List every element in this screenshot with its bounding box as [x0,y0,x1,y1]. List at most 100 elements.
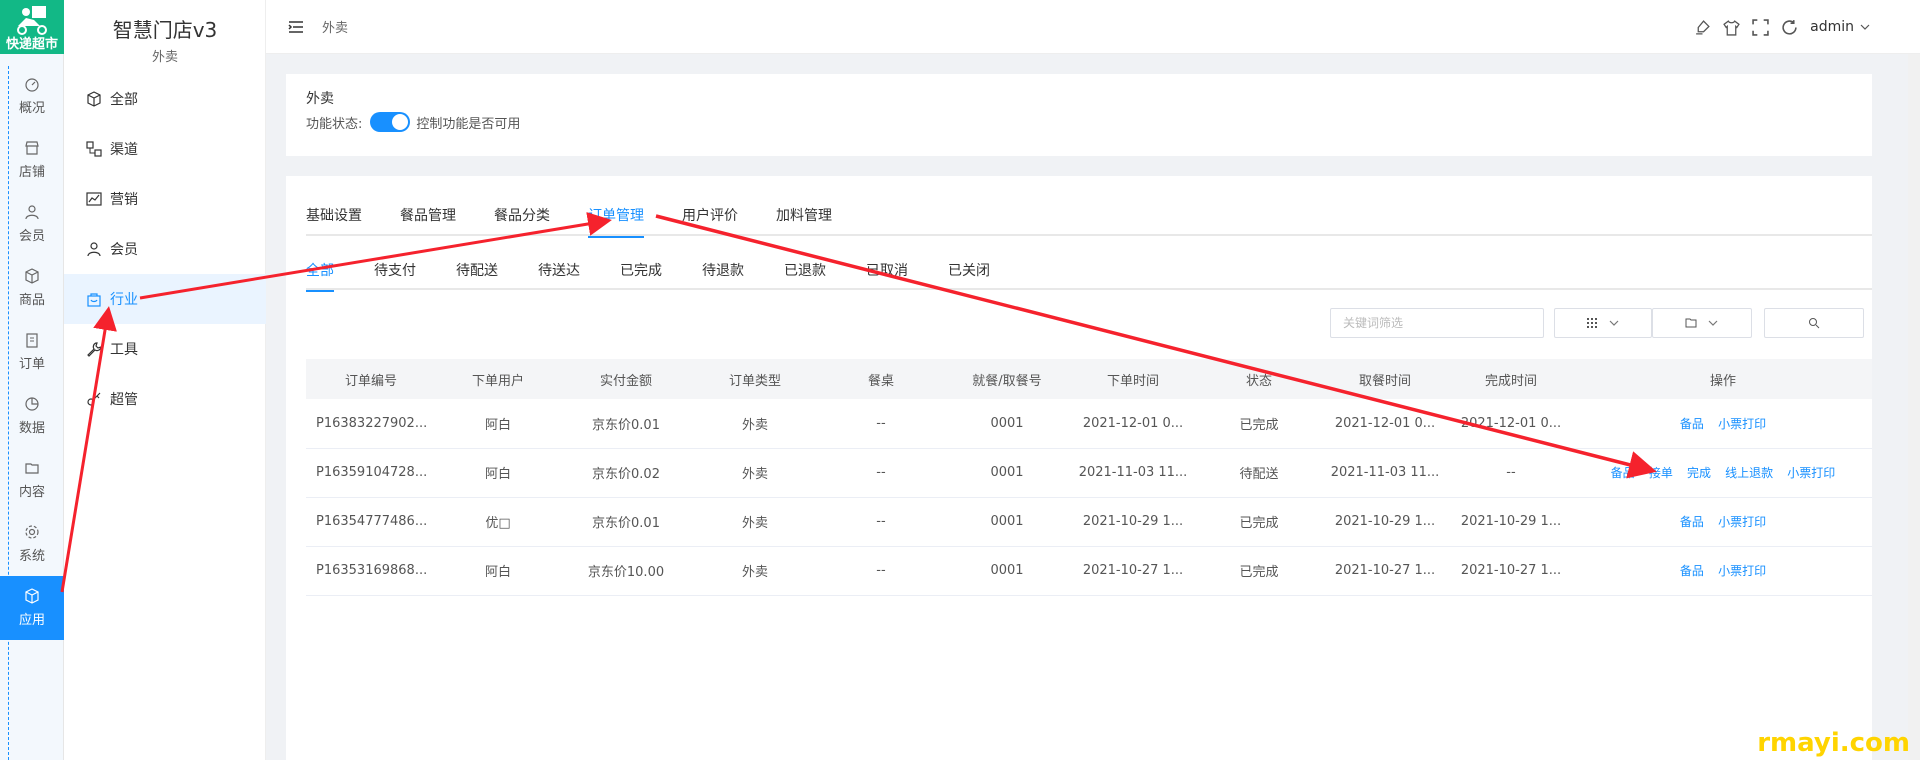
rail-item-label: 内容 [18,485,45,500]
prepare-button[interactable]: 备品 [1680,417,1704,431]
sidebar-item-label: 渠道 [110,142,138,158]
tab-order-management[interactable]: 订单管理 [588,206,644,238]
chevron-down-icon [1609,320,1619,326]
order-table: -- [818,546,944,596]
order-status: 已完成 [1196,399,1322,449]
subtab-pending-delivery[interactable]: 待配送 [456,262,498,290]
subtab-pending-refund[interactable]: 待退款 [702,262,744,290]
prepare-button[interactable]: 备品 [1680,564,1704,578]
cube-icon [25,588,39,604]
user-icon [87,242,101,257]
accept-order-button[interactable]: 接单 [1649,466,1673,480]
subtab-all[interactable]: 全部 [306,262,334,292]
print-receipt-button[interactable]: 小票打印 [1787,466,1835,480]
rail-item-system[interactable]: 系统 [0,512,64,576]
breadcrumb[interactable]: 外卖 [322,17,348,36]
tab-addons[interactable]: 加料管理 [776,206,832,236]
user-icon [25,205,39,220]
dashboard-icon [25,78,39,92]
row-actions: 备品 小票打印 [1574,497,1872,547]
subtab-closed[interactable]: 已关闭 [948,262,990,290]
order-status: 已完成 [1196,497,1322,547]
tab-meal-category[interactable]: 餐品分类 [494,206,550,236]
folder-dropdown[interactable] [1652,308,1752,338]
rail-item-order[interactable]: 订单 [0,320,64,384]
sidebar-item-marketing[interactable]: 营销 [64,174,266,224]
rail-item-store[interactable]: 店铺 [0,128,64,192]
order-table: -- [818,399,944,449]
tab-basic-settings[interactable]: 基础设置 [306,206,362,236]
sidebar-item-industry[interactable]: 行业 [64,274,266,324]
sidebar-item-tools[interactable]: 工具 [64,324,266,374]
order-user: 阿白 [436,448,560,498]
pickup-time: 2021-10-27 1... [1322,546,1448,596]
wrench-icon [87,342,102,357]
order-amount: 京东价0.01 [560,399,692,449]
prepare-button[interactable]: 备品 [1680,515,1704,529]
search-icon [1809,318,1820,329]
subtab-completed[interactable]: 已完成 [620,262,662,290]
rail-item-data[interactable]: 数据 [0,384,64,448]
sidebar-item-all[interactable]: 全部 [64,74,266,124]
rail-item-overview[interactable]: 概况 [0,64,64,128]
refresh-icon[interactable] [1781,19,1798,36]
page-scrollbar[interactable] [1908,54,1920,760]
search-button[interactable] [1764,308,1864,338]
subtab-pending-payment[interactable]: 待支付 [374,262,416,290]
finish-time: 2021-10-27 1... [1448,546,1574,596]
store-icon [25,141,39,155]
online-refund-button[interactable]: 线上退款 [1725,466,1773,480]
orders-card: 基础设置 餐品管理 餐品分类 订单管理 用户评价 加料管理 全部 待支付 待配送… [286,176,1872,760]
rail-item-label: 系统 [18,549,45,564]
sidebar-item-member[interactable]: 会员 [64,224,266,274]
pickup-time: 2021-12-01 0... [1322,399,1448,449]
sidebar-item-superadmin[interactable]: 超管 [64,374,266,424]
layout-dropdown[interactable] [1554,308,1652,338]
rail-item-member[interactable]: 会员 [0,192,64,256]
order-user: 阿白 [436,399,560,449]
table-row: P16354777486... 优□ 京东价0.01 外卖 -- 0001 20… [306,497,1872,547]
print-receipt-button[interactable]: 小票打印 [1718,515,1766,529]
menu-collapse-icon[interactable] [288,19,304,35]
tab-user-reviews[interactable]: 用户评价 [682,206,738,236]
brush-icon[interactable] [1694,19,1711,36]
feature-status-card: 外卖 功能状态: 控制功能是否可用 [286,74,1872,156]
tshirt-icon[interactable] [1723,19,1740,36]
order-time: 2021-10-27 1... [1070,546,1196,596]
feature-toggle[interactable] [370,112,411,132]
print-receipt-button[interactable]: 小票打印 [1718,417,1766,431]
finish-time: 2021-12-01 0... [1448,399,1574,449]
store-title: 智慧门店v3 [112,18,218,42]
column-header: 餐桌 [818,359,944,399]
app-logo[interactable]: 快递超市 [0,0,64,54]
rail-item-content[interactable]: 内容 [0,448,64,512]
order-id: P16383227902... [306,399,436,449]
rail-item-apps[interactable]: 应用 [0,576,64,640]
username: admin [1810,19,1854,35]
pickup-time: 2021-11-03 11... [1322,448,1448,498]
print-receipt-button[interactable]: 小票打印 [1718,564,1766,578]
line-chart-icon [86,192,102,206]
folder-icon [25,463,39,474]
fullscreen-icon[interactable] [1752,18,1769,36]
keyword-filter-input[interactable] [1330,308,1544,338]
pie-chart-icon [25,397,39,411]
user-menu[interactable]: admin [1810,19,1870,35]
column-header: 订单类型 [692,359,818,399]
rail-item-label: 概况 [18,101,45,116]
watermark: rmayi.com [1757,728,1910,758]
subtab-cancelled[interactable]: 已取消 [866,262,908,290]
order-type: 外卖 [692,497,818,547]
order-time: 2021-10-29 1... [1070,497,1196,547]
prepare-button[interactable]: 备品 [1611,466,1635,480]
complete-button[interactable]: 完成 [1687,466,1711,480]
column-header: 实付金额 [560,359,692,399]
subtab-refunded[interactable]: 已退款 [784,262,826,290]
tab-meal-management[interactable]: 餐品管理 [400,206,456,236]
table-header-row: 订单编号 下单用户 实付金额 订单类型 餐桌 就餐/取餐号 下单时间 状态 取餐… [306,359,1872,399]
order-amount: 京东价0.02 [560,448,692,498]
rail-item-goods[interactable]: 商品 [0,256,64,320]
subtab-in-transit[interactable]: 待送达 [538,262,580,290]
order-user: 优□ [436,497,560,547]
sidebar-item-channel[interactable]: 渠道 [64,124,266,174]
